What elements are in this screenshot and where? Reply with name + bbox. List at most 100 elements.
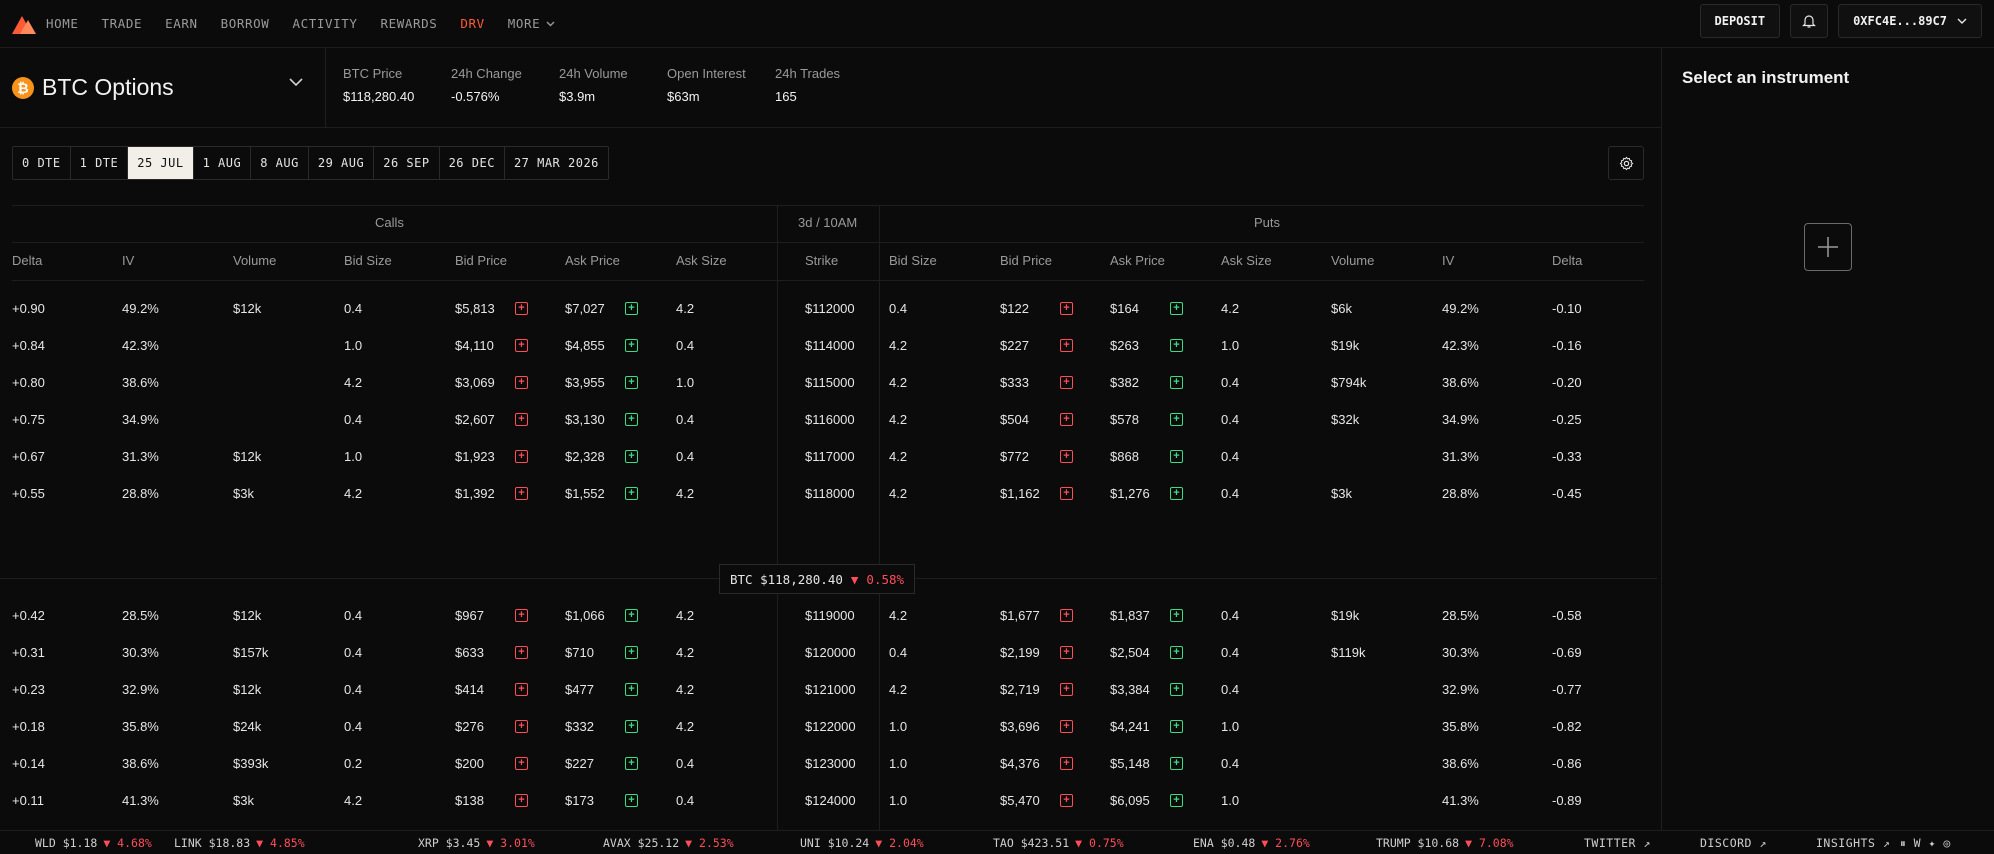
table-cell[interactable]: $6,095 — [1110, 793, 1150, 808]
add-ask-icon[interactable]: + — [1170, 339, 1183, 352]
table-cell[interactable]: $2,199 — [1000, 645, 1040, 660]
table-cell[interactable]: $578 — [1110, 412, 1139, 427]
column-header[interactable]: Ask Size — [1221, 253, 1272, 268]
add-bid-icon[interactable]: + — [1060, 302, 1073, 315]
add-ask-icon[interactable]: + — [625, 683, 638, 696]
add-bid-icon[interactable]: + — [1060, 450, 1073, 463]
deposit-button[interactable]: DEPOSIT — [1699, 4, 1781, 38]
table-row[interactable]: +0.11 41.3% $3k 4.2 $138 + $173 +0.4 $124000 1.0 $… — [0, 783, 1661, 820]
expiry-tab[interactable]: 1 AUG — [194, 147, 252, 179]
add-bid-icon[interactable]: + — [1060, 683, 1073, 696]
add-bid-icon[interactable]: + — [1060, 376, 1073, 389]
footer-link-insights[interactable]: INSIGHTS ↗ — [1816, 836, 1890, 850]
add-instrument-button[interactable] — [1804, 223, 1852, 271]
column-header[interactable]: Bid Price — [1000, 253, 1052, 268]
table-cell[interactable]: $4,241 — [1110, 719, 1150, 734]
add-ask-icon[interactable]: + — [625, 487, 638, 500]
expiry-tab[interactable]: 0 DTE — [13, 147, 71, 179]
add-bid-icon[interactable]: + — [515, 487, 528, 500]
table-cell[interactable]: $2,504 — [1110, 645, 1150, 660]
table-row[interactable]: +0.23 32.9% $12k 0.4 $414 + $477 +4.2 $121000 4.2… — [0, 672, 1661, 709]
table-cell[interactable]: $868 — [1110, 449, 1139, 464]
nav-drv[interactable]: DRV — [460, 16, 484, 31]
add-ask-icon[interactable]: + — [625, 450, 638, 463]
add-ask-icon[interactable]: + — [1170, 720, 1183, 733]
add-ask-icon[interactable]: + — [1170, 757, 1183, 770]
column-header[interactable]: IV — [1442, 253, 1454, 268]
nav-earn[interactable]: EARN — [165, 16, 198, 31]
add-bid-icon[interactable]: + — [1060, 757, 1073, 770]
table-cell[interactable]: $382 — [1110, 375, 1139, 390]
table-row[interactable]: +0.14 38.6% $393k 0.2 $200 + $227 +0.4 $123000 1.… — [0, 746, 1661, 783]
table-cell[interactable]: $3,384 — [1110, 682, 1150, 697]
column-header[interactable]: Bid Size — [344, 253, 392, 268]
add-ask-icon[interactable]: + — [1170, 487, 1183, 500]
table-cell[interactable]: $4,110 — [455, 338, 494, 353]
column-header[interactable]: Bid Size — [889, 253, 937, 268]
table-cell[interactable]: $5,813 — [455, 301, 495, 316]
table-cell[interactable]: $710 — [565, 645, 594, 660]
table-row[interactable]: +0.0943.9%$19k0.4$103+$144+0.4$1250000.4… — [0, 820, 1661, 830]
table-row[interactable]: +0.80 38.6% 4.2 $3,069 + $3,955 +1.0 $115000 4.2… — [0, 365, 1661, 402]
table-cell[interactable]: $200 — [455, 756, 484, 771]
add-bid-icon[interactable]: + — [515, 683, 528, 696]
settings-button[interactable] — [1608, 146, 1644, 180]
add-ask-icon[interactable]: + — [1170, 450, 1183, 463]
expiry-tab[interactable]: 26 DEC — [440, 147, 505, 179]
add-bid-icon[interactable]: + — [515, 450, 528, 463]
add-bid-icon[interactable]: + — [515, 413, 528, 426]
add-ask-icon[interactable]: + — [1170, 794, 1183, 807]
footer-social-icons[interactable]: ⏸ W ✦ ◎ — [1900, 836, 1951, 851]
add-ask-icon[interactable]: + — [625, 376, 638, 389]
table-cell[interactable]: $1,066 — [565, 608, 605, 623]
table-cell[interactable]: $633 — [455, 645, 484, 660]
add-ask-icon[interactable]: + — [1170, 683, 1183, 696]
table-cell[interactable]: $332 — [565, 719, 594, 734]
add-ask-icon[interactable]: + — [625, 646, 638, 659]
table-cell[interactable]: $414 — [455, 682, 484, 697]
add-bid-icon[interactable]: + — [1060, 487, 1073, 500]
add-bid-icon[interactable]: + — [515, 376, 528, 389]
table-row[interactable]: +0.67 31.3% $12k 1.0 $1,923 + $2,328 +0.4 $11700… — [0, 439, 1661, 476]
add-ask-icon[interactable]: + — [1170, 646, 1183, 659]
expiry-tab[interactable]: 27 MAR 2026 — [505, 147, 608, 179]
add-bid-icon[interactable]: + — [515, 794, 528, 807]
column-header[interactable]: Ask Size — [676, 253, 727, 268]
table-cell[interactable]: $1,162 — [1000, 486, 1040, 501]
add-ask-icon[interactable]: + — [625, 339, 638, 352]
column-header[interactable]: Delta — [12, 253, 42, 268]
add-ask-icon[interactable]: + — [625, 302, 638, 315]
add-ask-icon[interactable]: + — [625, 609, 638, 622]
add-ask-icon[interactable]: + — [625, 413, 638, 426]
table-cell[interactable]: $3,696 — [1000, 719, 1040, 734]
table-cell[interactable]: $2,719 — [1000, 682, 1040, 697]
table-row[interactable]: +0.75 34.9% 0.4 $2,607 + $3,130 +0.4 $116000 4.2… — [0, 402, 1661, 439]
app-logo-icon[interactable] — [10, 10, 38, 38]
table-cell[interactable]: $1,392 — [455, 486, 495, 501]
notifications-button[interactable] — [1790, 4, 1829, 38]
column-header[interactable]: IV — [122, 253, 134, 268]
table-cell[interactable]: $276 — [455, 719, 484, 734]
expiry-tab[interactable]: 8 AUG — [251, 147, 309, 179]
add-ask-icon[interactable]: + — [1170, 413, 1183, 426]
nav-rewards[interactable]: REWARDS — [380, 16, 437, 31]
table-cell[interactable]: $263 — [1110, 338, 1139, 353]
table-cell[interactable]: $138 — [455, 793, 484, 808]
table-cell[interactable]: $164 — [1110, 301, 1139, 316]
table-cell[interactable]: $2,328 — [565, 449, 605, 464]
add-ask-icon[interactable]: + — [625, 757, 638, 770]
add-bid-icon[interactable]: + — [515, 609, 528, 622]
expiry-tab[interactable]: 26 SEP — [374, 147, 440, 179]
add-ask-icon[interactable]: + — [625, 720, 638, 733]
column-header[interactable]: Strike — [805, 253, 838, 268]
table-row[interactable]: +0.18 35.8% $24k 0.4 $276 + $332 +4.2 $122000 1.0… — [0, 709, 1661, 746]
add-bid-icon[interactable]: + — [1060, 413, 1073, 426]
expiry-tab[interactable]: 29 AUG — [309, 147, 375, 179]
table-row[interactable]: +0.90 49.2% $12k 0.4 $5,813 + $7,027 +4.2 $11200… — [0, 291, 1661, 328]
table-cell[interactable]: $1,837 — [1110, 608, 1150, 623]
expiry-tab[interactable]: 1 DTE — [71, 147, 129, 179]
table-cell[interactable]: $504 — [1000, 412, 1029, 427]
table-cell[interactable]: $772 — [1000, 449, 1029, 464]
column-header[interactable]: Bid Price — [455, 253, 507, 268]
column-header[interactable]: Delta — [1552, 253, 1582, 268]
